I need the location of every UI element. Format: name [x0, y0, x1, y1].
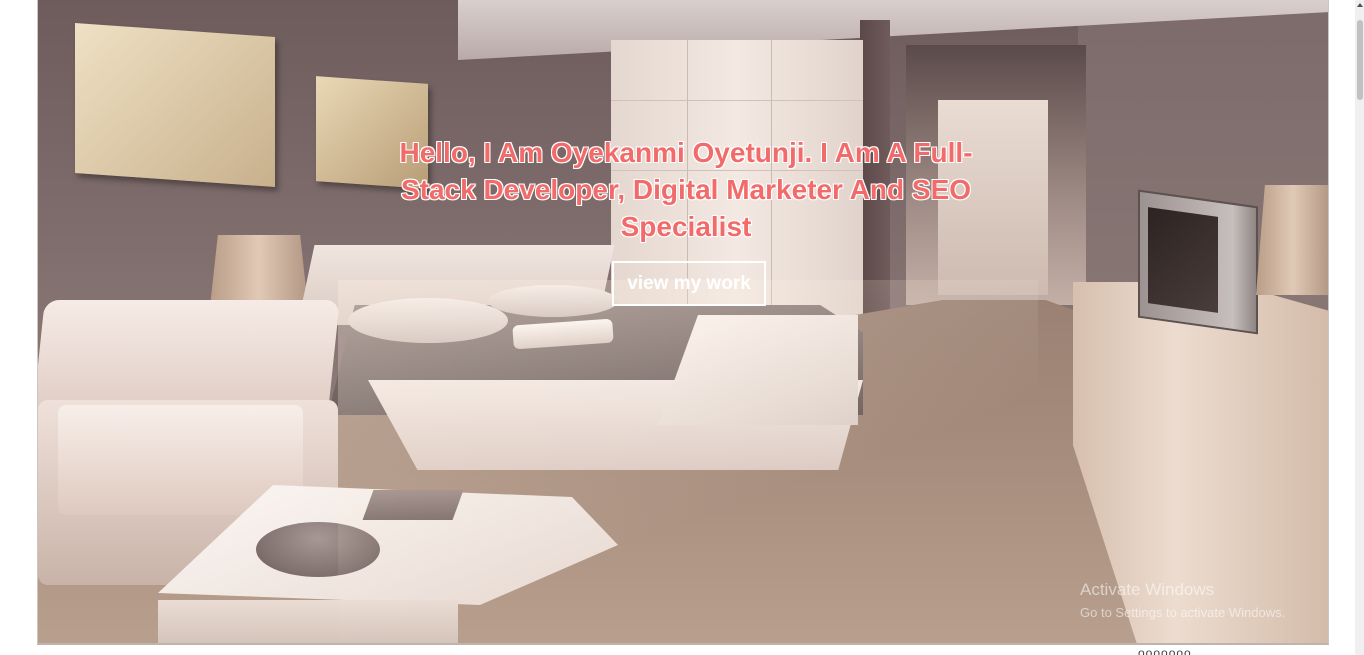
view-my-work-button[interactable]: view my work	[612, 261, 766, 306]
activate-windows-watermark: Activate Windows Go to Settings to activ…	[1080, 580, 1285, 622]
watermark-subtitle: Go to Settings to activate Windows.	[1080, 605, 1286, 620]
television-screen	[1148, 207, 1218, 313]
hero-background-image	[37, 0, 1329, 645]
lamp-shade	[210, 235, 308, 307]
page: Hello, I Am Oyekanmi Oyetunji. I Am A Fu…	[0, 0, 1364, 655]
wall-art-left	[75, 23, 275, 187]
sunlight-overlay	[338, 280, 1038, 643]
scrollbar-thumb[interactable]	[1357, 20, 1363, 100]
footer-fragment: ooooooo	[1138, 646, 1192, 655]
watermark-title: Activate Windows	[1080, 580, 1215, 599]
wardrobe-seam	[611, 100, 863, 101]
hero-headline: Hello, I Am Oyekanmi Oyetunji. I Am A Fu…	[399, 137, 973, 242]
floor-lamp	[1256, 185, 1328, 295]
scroll-up-arrow-icon[interactable]	[1357, 3, 1363, 7]
